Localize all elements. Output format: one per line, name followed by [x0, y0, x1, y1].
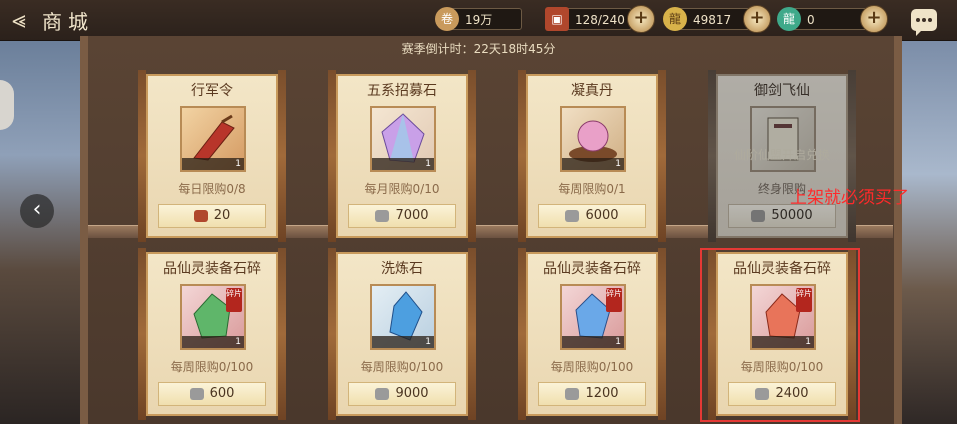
- price-value: 9000: [395, 386, 429, 401]
- add-chest-button[interactable]: +: [627, 5, 655, 33]
- item-quantity: 1: [372, 158, 434, 170]
- item-quantity: 1: [562, 336, 624, 348]
- resource-gold-value: 49817: [693, 13, 732, 27]
- resource-scroll-value: 19万: [465, 13, 493, 27]
- silver-icon: [375, 209, 390, 222]
- purchase-limit: 每周限购0/100: [360, 360, 444, 374]
- item-name: 凝真丹: [571, 83, 613, 99]
- purchase-limit: 每日限购0/8: [178, 182, 246, 196]
- silver-icon: [189, 387, 204, 400]
- purchase-limit: 每月限购0/10: [364, 182, 440, 196]
- purchase-limit: 每周限购0/100: [170, 360, 254, 374]
- purchase-limit: 每周限购0/100: [550, 360, 634, 374]
- fragment-tag: 碎片: [606, 288, 622, 312]
- item-name: 洗炼石: [381, 261, 423, 277]
- chest-icon: ▣: [545, 7, 569, 31]
- silver-icon: [565, 387, 580, 400]
- item-thumbnail: 1: [370, 106, 436, 172]
- back-arrow-icon[interactable]: ⪡: [4, 6, 34, 34]
- shop-item-card[interactable]: 凝真丹 1 每周限购0/1 6000: [526, 74, 658, 238]
- page-title: 商城: [42, 10, 94, 34]
- item-thumbnail: 1: [370, 284, 436, 350]
- scroll-icon: 卷: [435, 7, 459, 31]
- add-gold-button[interactable]: +: [743, 5, 771, 33]
- annotation-highlight-box: [700, 248, 860, 422]
- item-name: 品仙灵装备石碎: [543, 261, 641, 277]
- price-button[interactable]: 9000: [348, 382, 456, 406]
- gold-dragon-icon: 龍: [663, 7, 687, 31]
- shop-item-card-locked[interactable]: 御剑飞仙 仙阶仙盟开启兑换 终身限购 50000: [716, 74, 848, 238]
- item-name: 品仙灵装备石碎: [163, 261, 261, 277]
- price-button[interactable]: 1200: [538, 382, 646, 406]
- shop-item-card[interactable]: 五系招募石 1 每月限购0/10 7000: [336, 74, 468, 238]
- price-button[interactable]: 600: [158, 382, 266, 406]
- fragment-tag: 碎片: [226, 288, 242, 312]
- price-button[interactable]: 6000: [538, 204, 646, 228]
- silver-icon: [565, 209, 580, 222]
- chest-icon: [193, 209, 208, 222]
- item-name: 行军令: [191, 83, 233, 99]
- item-quantity: 1: [562, 158, 624, 170]
- item-thumbnail: 1: [560, 106, 626, 172]
- silver-icon: [751, 209, 766, 222]
- price-value: 1200: [585, 386, 619, 401]
- prev-page-button[interactable]: ‹: [20, 194, 54, 228]
- shop-item-card[interactable]: 品仙灵装备石碎 碎片 1 每周限购0/100 1200: [526, 252, 658, 416]
- item-name: 五系招募石: [367, 83, 437, 99]
- price-button[interactable]: 7000: [348, 204, 456, 228]
- resource-scroll: 卷 19万: [435, 7, 522, 31]
- season-countdown: 赛季倒计时：22天18时45分: [401, 42, 556, 56]
- item-quantity: 1: [182, 336, 244, 348]
- unlock-requirement: 仙阶仙盟开启兑换: [733, 148, 830, 162]
- item-thumbnail: 1: [180, 106, 246, 172]
- shop-item-card[interactable]: 品仙灵装备石碎 碎片 1 每周限购0/100 600: [146, 252, 278, 416]
- item-thumbnail: 碎片 1: [560, 284, 626, 350]
- price-value: 7000: [395, 208, 429, 223]
- item-name: 御剑飞仙: [754, 83, 810, 99]
- silver-icon: [375, 387, 390, 400]
- resource-jade-value: 0: [807, 13, 815, 27]
- item-quantity: 1: [372, 336, 434, 348]
- purchase-limit: 每周限购0/1: [558, 182, 626, 196]
- price-button[interactable]: 20: [158, 204, 266, 228]
- price-value: 600: [209, 386, 235, 401]
- price-value: 6000: [585, 208, 619, 223]
- price-value: 20: [213, 208, 231, 223]
- shop-item-card[interactable]: 行军令 1 每日限购0/8 20: [146, 74, 278, 238]
- chat-icon[interactable]: [911, 9, 937, 36]
- item-thumbnail: 碎片 1: [180, 284, 246, 350]
- price-value: 50000: [771, 208, 813, 223]
- resource-chest: ▣ 128/240: [545, 7, 632, 31]
- shop-item-card[interactable]: 洗炼石 1 每周限购0/100 9000: [336, 252, 468, 416]
- jade-dragon-icon: 龍: [777, 7, 801, 31]
- top-bar: ⪡ 商城 卷 19万 ▣ 128/240 + 龍 49817 + 龍 0 +: [0, 0, 957, 41]
- annotation-text: 上架就必须买了: [790, 188, 909, 208]
- item-quantity: 1: [182, 158, 244, 170]
- resource-chest-value: 128/240: [575, 13, 625, 27]
- add-jade-button[interactable]: +: [860, 5, 888, 33]
- side-tab-handle[interactable]: [0, 80, 14, 130]
